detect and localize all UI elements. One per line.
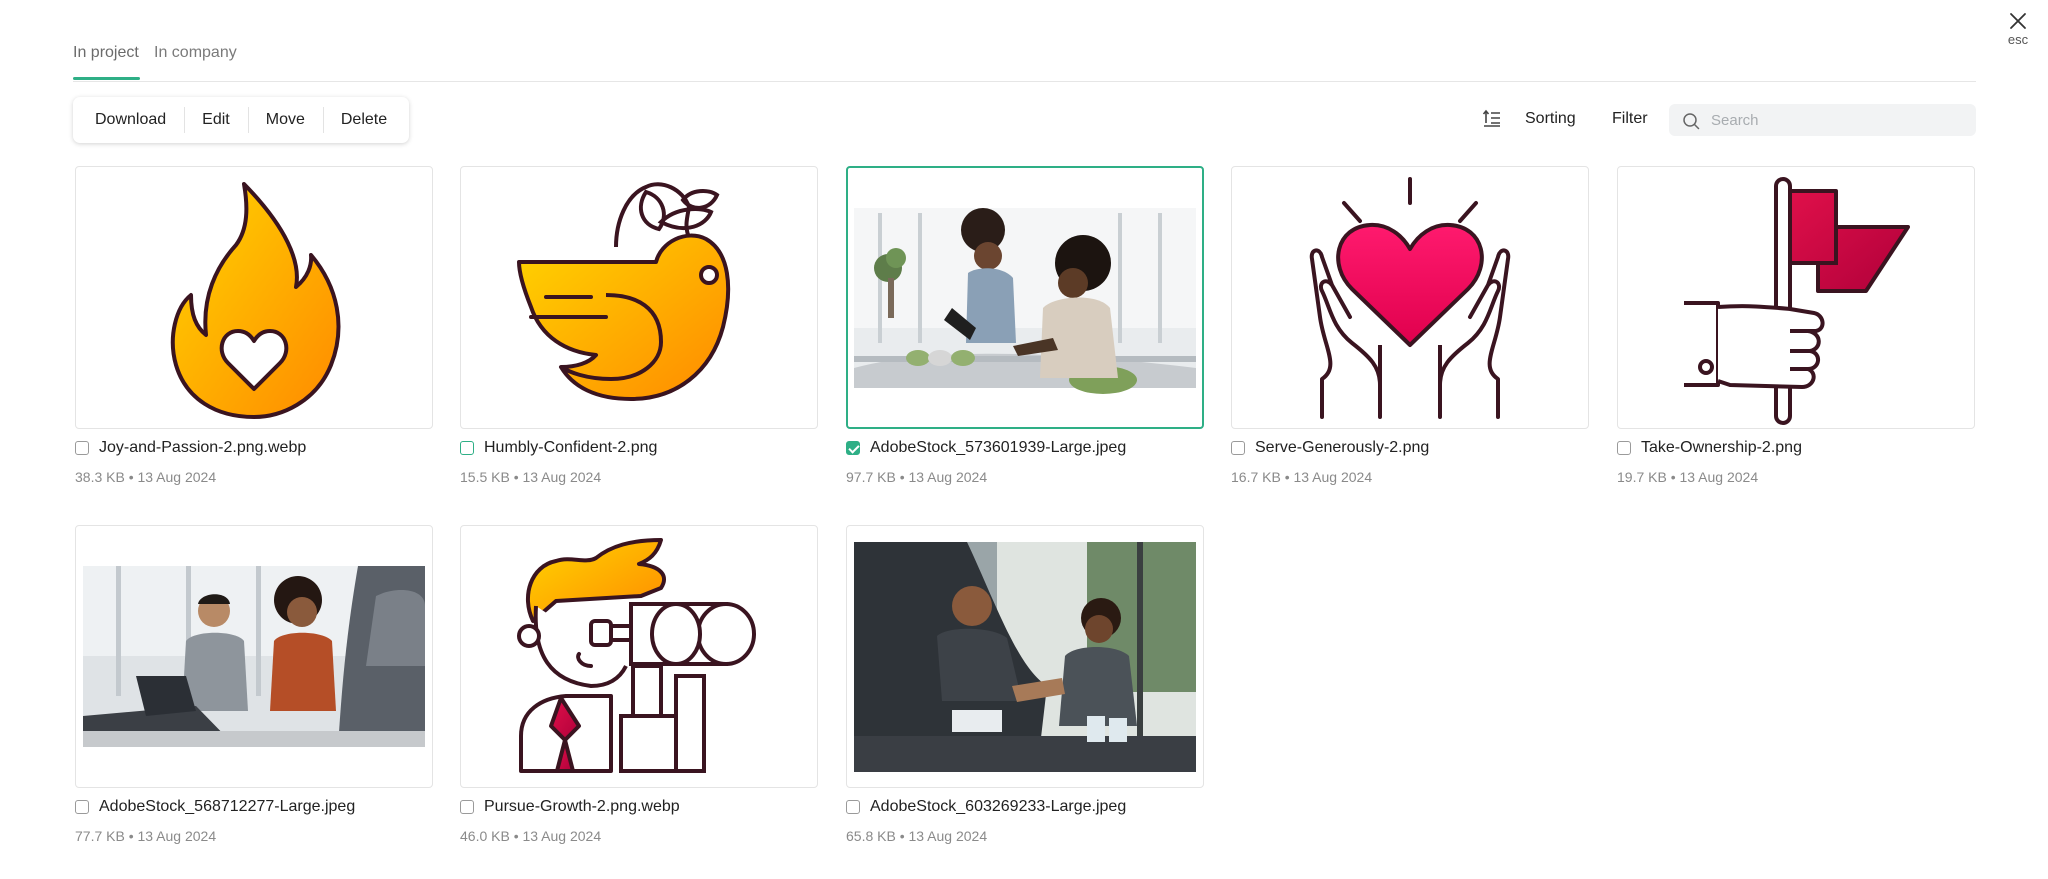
tab-bar: In project In company	[73, 0, 1976, 82]
file-meta: 16.7 KB • 13 Aug 2024	[1231, 469, 1373, 485]
file-name: AdobeStock_568712277-Large.jpeg	[99, 798, 356, 815]
dove-icon	[517, 182, 731, 401]
sorting-button[interactable]: Sorting	[1525, 110, 1576, 128]
file-checkbox[interactable]	[75, 441, 89, 455]
file-thumbnail[interactable]	[460, 525, 818, 788]
delete-button[interactable]: Delete	[322, 97, 405, 143]
flame-heart-icon	[170, 182, 341, 419]
file-name: AdobeStock_573601939-Large.jpeg	[870, 439, 1127, 456]
file-checkbox[interactable]	[75, 800, 89, 814]
file-checkbox[interactable]	[1617, 441, 1631, 455]
file-checkbox[interactable]	[460, 441, 474, 455]
close-icon	[2010, 13, 2026, 29]
photo-handshake	[854, 542, 1196, 772]
search-box	[1669, 104, 1976, 136]
file-name-row: AdobeStock_568712277-Large.jpeg	[75, 797, 355, 817]
filter-button[interactable]: Filter	[1612, 110, 1648, 128]
photo-two-women-tablet	[854, 208, 1196, 394]
file-name-row: Humbly-Confident-2.png	[460, 438, 657, 458]
file-name: AdobeStock_603269233-Large.jpeg	[870, 798, 1127, 815]
file-checkbox[interactable]	[846, 800, 860, 814]
file-name-row: Take-Ownership-2.png	[1617, 438, 1802, 458]
file-thumbnail[interactable]	[460, 166, 818, 429]
file-thumbnail[interactable]	[1231, 166, 1589, 429]
file-checkbox[interactable]	[460, 800, 474, 814]
file-thumbnail[interactable]	[846, 166, 1204, 429]
file-name-row: Pursue-Growth-2.png.webp	[460, 797, 680, 817]
edit-button[interactable]: Edit	[184, 97, 248, 143]
photo-team-meeting	[83, 566, 425, 747]
file-meta: 97.7 KB • 13 Aug 2024	[846, 469, 988, 485]
file-meta: 19.7 KB • 13 Aug 2024	[1617, 469, 1759, 485]
file-name: Take-Ownership-2.png	[1641, 439, 1802, 456]
file-thumbnail[interactable]	[75, 166, 433, 429]
file-meta: 46.0 KB • 13 Aug 2024	[460, 828, 602, 844]
file-meta: 77.7 KB • 13 Aug 2024	[75, 828, 217, 844]
file-meta: 38.3 KB • 13 Aug 2024	[75, 469, 217, 485]
move-button[interactable]: Move	[247, 97, 323, 143]
hands-heart-icon	[1309, 177, 1511, 419]
file-name-row: AdobeStock_573601939-Large.jpeg	[846, 438, 1126, 458]
hand-flag-icon	[1684, 177, 1910, 425]
file-meta: 65.8 KB • 13 Aug 2024	[846, 828, 988, 844]
file-name-row: Joy-and-Passion-2.png.webp	[75, 438, 306, 458]
download-button[interactable]: Download	[77, 97, 184, 143]
file-thumbnail[interactable]	[1617, 166, 1975, 429]
file-name: Humbly-Confident-2.png	[484, 439, 658, 456]
close-button[interactable]: esc	[2001, 12, 2035, 47]
person-binoculars-icon	[517, 538, 756, 773]
tab-in-project[interactable]: In project	[73, 44, 139, 62]
file-name: Pursue-Growth-2.png.webp	[484, 798, 680, 815]
search-icon	[1683, 113, 1700, 130]
esc-hint: esc	[2007, 32, 2029, 47]
file-checkbox[interactable]	[1231, 441, 1245, 455]
file-name-row: AdobeStock_603269233-Large.jpeg	[846, 797, 1126, 817]
file-thumbnail[interactable]	[75, 525, 433, 788]
file-meta: 15.5 KB • 13 Aug 2024	[460, 469, 602, 485]
search-input[interactable]	[1711, 104, 1961, 136]
file-thumbnail[interactable]	[846, 525, 1204, 788]
bulk-actions-group: Download Edit Move Delete	[73, 97, 410, 143]
file-checkbox[interactable]	[846, 441, 860, 455]
file-name: Joy-and-Passion-2.png.webp	[99, 439, 307, 456]
file-name-row: Serve-Generously-2.png	[1231, 438, 1429, 458]
sort-order-icon[interactable]	[1482, 108, 1502, 133]
file-name: Serve-Generously-2.png	[1255, 439, 1430, 456]
active-tab-indicator	[73, 77, 140, 80]
tab-in-company[interactable]: In company	[154, 44, 237, 62]
